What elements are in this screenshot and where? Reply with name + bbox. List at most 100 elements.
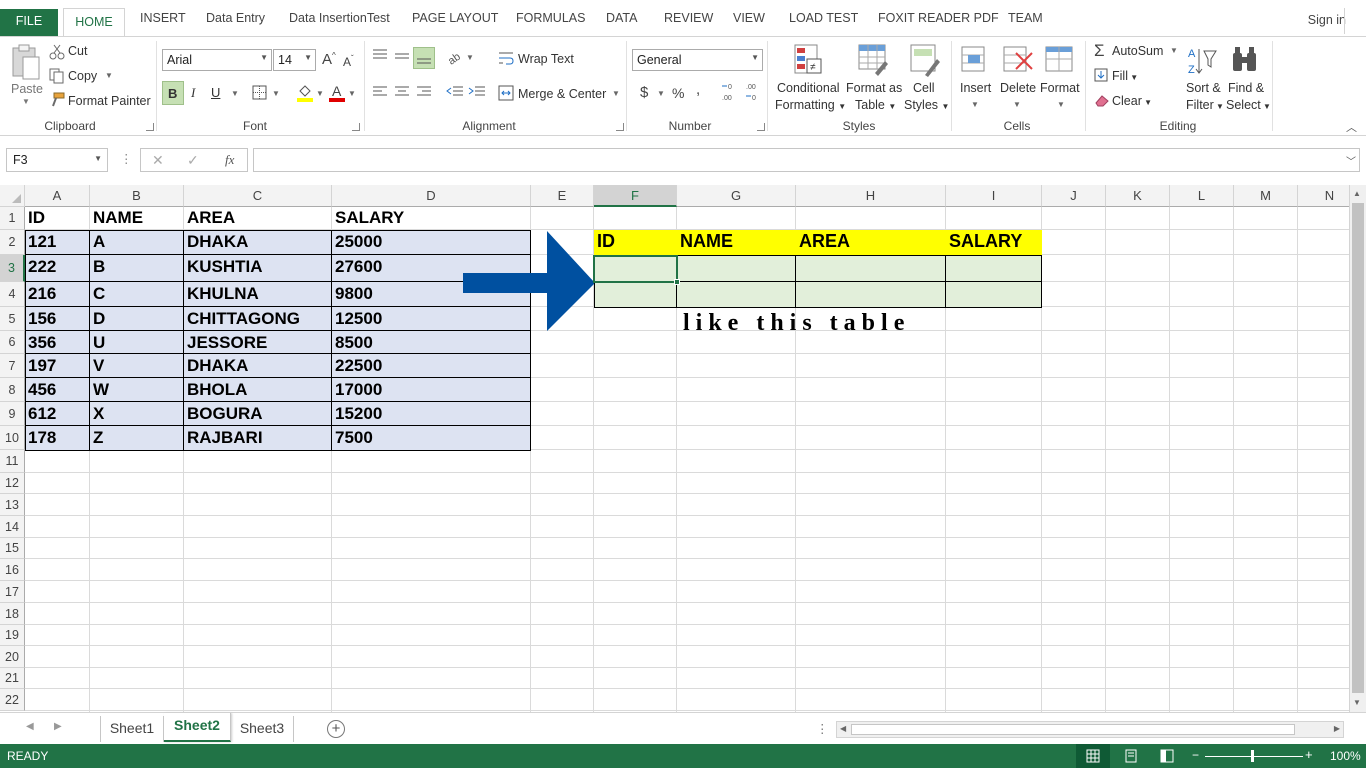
- sheet-tab-sheet3[interactable]: Sheet3: [231, 716, 294, 742]
- font-color-dropdown-icon[interactable]: ▼: [348, 89, 356, 98]
- bold-button[interactable]: B: [162, 81, 184, 105]
- source-cell-id[interactable]: 612: [25, 404, 90, 426]
- enter-check-icon[interactable]: ✓: [187, 152, 199, 169]
- source-cell-area[interactable]: DHAKA: [184, 356, 332, 378]
- row-header-22[interactable]: 22: [0, 689, 25, 711]
- fill-button[interactable]: Fill ▼: [1112, 69, 1138, 83]
- autosum-dropdown-icon[interactable]: ▼: [1170, 46, 1178, 55]
- row-header-4[interactable]: 4: [0, 282, 25, 307]
- tab-view[interactable]: VIEW: [733, 11, 765, 33]
- row-header-6[interactable]: 6: [0, 331, 25, 354]
- column-header-k[interactable]: K: [1106, 185, 1170, 207]
- row-header-21[interactable]: 21: [0, 668, 25, 689]
- underline-button[interactable]: U: [211, 85, 220, 100]
- align-bottom-button[interactable]: [413, 47, 435, 69]
- source-cell-id[interactable]: 356: [25, 333, 90, 354]
- insert-dropdown-icon[interactable]: ▼: [971, 100, 979, 109]
- tab-formulas[interactable]: FORMULAS: [516, 11, 585, 33]
- cut-button[interactable]: Cut: [68, 44, 87, 58]
- row-header-17[interactable]: 17: [0, 581, 25, 603]
- source-cell-name[interactable]: D: [90, 309, 184, 331]
- align-center-icon[interactable]: [394, 86, 410, 98]
- sort-filter-button[interactable]: Sort &: [1186, 81, 1221, 95]
- scroll-down-icon[interactable]: ▼: [1353, 698, 1361, 707]
- horizontal-scroll-thumb[interactable]: [851, 724, 1295, 735]
- paste-button[interactable]: Paste: [11, 82, 43, 96]
- target-header-salary[interactable]: SALARY: [946, 231, 1022, 252]
- source-cell-salary[interactable]: 22500: [332, 356, 531, 378]
- target-header-id[interactable]: ID: [594, 231, 615, 252]
- right-arrow-shape[interactable]: [463, 231, 598, 331]
- tab-splitter-icon[interactable]: ⋮: [816, 721, 829, 736]
- merge-dropdown-icon[interactable]: ▼: [612, 89, 620, 98]
- orientation-icon[interactable]: ab: [446, 49, 464, 65]
- currency-dropdown-icon[interactable]: ▼: [657, 89, 665, 98]
- currency-button[interactable]: $: [640, 84, 648, 101]
- orientation-dropdown-icon[interactable]: ▼: [466, 53, 474, 62]
- borders-icon[interactable]: [252, 85, 268, 101]
- tab-file[interactable]: FILE: [0, 9, 58, 36]
- tab-data-insertion-test[interactable]: Data InsertionTest: [289, 11, 390, 33]
- format-painter-button[interactable]: Format Painter: [68, 94, 151, 108]
- fill-color-icon[interactable]: [296, 83, 314, 103]
- row-header-5[interactable]: 5: [0, 307, 25, 331]
- source-cell-salary[interactable]: 8500: [332, 333, 531, 354]
- delete-dropdown-icon[interactable]: ▼: [1013, 100, 1021, 109]
- row-header-12[interactable]: 12: [0, 473, 25, 494]
- collapse-ribbon-icon[interactable]: ︿: [1346, 119, 1357, 135]
- decrease-decimal-icon[interactable]: .00 0: [744, 81, 764, 103]
- increase-decimal-icon[interactable]: 0.00: [720, 81, 740, 103]
- source-cell-name[interactable]: B: [90, 257, 184, 282]
- zoom-slider-thumb[interactable]: [1251, 750, 1254, 762]
- target-header-name[interactable]: NAME: [677, 231, 733, 252]
- clipboard-launcher-icon[interactable]: [146, 123, 154, 131]
- source-header-id[interactable]: ID: [25, 208, 90, 230]
- source-header-salary[interactable]: SALARY: [332, 208, 531, 230]
- page-break-view-icon[interactable]: [1160, 749, 1174, 763]
- horizontal-scrollbar[interactable]: ◀ ▶: [836, 721, 1344, 738]
- cancel-icon[interactable]: ✕: [152, 152, 164, 169]
- row-header-16[interactable]: 16: [0, 559, 25, 581]
- tab-review[interactable]: REVIEW: [664, 11, 713, 33]
- row-header-13[interactable]: 13: [0, 494, 25, 516]
- tab-team[interactable]: TEAM: [1008, 11, 1043, 33]
- font-name-select[interactable]: Arial ▼: [162, 49, 272, 71]
- expand-formula-bar-icon[interactable]: ﹀: [1346, 153, 1356, 168]
- source-cell-name[interactable]: X: [90, 404, 184, 426]
- source-cell-name[interactable]: V: [90, 356, 184, 378]
- column-header-e[interactable]: E: [531, 185, 594, 207]
- source-cell-salary[interactable]: 15200: [332, 404, 531, 426]
- insert-cells-button[interactable]: Insert: [960, 81, 991, 95]
- prev-sheet-icon[interactable]: ◀: [26, 721, 34, 732]
- page-layout-view-icon[interactable]: [1124, 749, 1138, 763]
- column-header-f[interactable]: F: [594, 185, 677, 207]
- cell-styles-label[interactable]: Styles ▼: [904, 98, 949, 112]
- column-header-n[interactable]: N: [1298, 185, 1349, 207]
- conditional-formatting-button[interactable]: Conditional: [777, 81, 840, 95]
- zoom-level[interactable]: 100%: [1330, 749, 1361, 763]
- source-header-area[interactable]: AREA: [184, 208, 332, 230]
- target-header-area[interactable]: AREA: [796, 231, 850, 252]
- align-top-icon[interactable]: [372, 49, 388, 61]
- sheet-tab-sheet1[interactable]: Sheet1: [101, 716, 164, 742]
- scroll-right-icon[interactable]: ▶: [1334, 724, 1340, 733]
- percent-button[interactable]: %: [672, 85, 684, 101]
- font-launcher-icon[interactable]: [352, 123, 360, 131]
- autosum-button[interactable]: AutoSum: [1112, 44, 1163, 58]
- source-cell-area[interactable]: BOGURA: [184, 404, 332, 426]
- sign-in-link[interactable]: Sign in: [1308, 13, 1346, 27]
- cell-styles-button[interactable]: Cell: [913, 81, 935, 95]
- tab-insert[interactable]: INSERT: [140, 11, 186, 33]
- row-header-20[interactable]: 20: [0, 646, 25, 668]
- source-cell-area[interactable]: DHAKA: [184, 232, 332, 255]
- source-cell-name[interactable]: Z: [90, 428, 184, 450]
- italic-button[interactable]: I: [191, 85, 195, 101]
- number-launcher-icon[interactable]: [757, 123, 765, 131]
- next-sheet-icon[interactable]: ▶: [54, 721, 62, 732]
- align-left-icon[interactable]: [372, 86, 388, 98]
- row-header-14[interactable]: 14: [0, 516, 25, 538]
- column-header-l[interactable]: L: [1170, 185, 1234, 207]
- row-header-3[interactable]: 3: [0, 255, 25, 282]
- source-cell-id[interactable]: 121: [25, 232, 90, 255]
- comma-button[interactable]: ,: [696, 81, 700, 98]
